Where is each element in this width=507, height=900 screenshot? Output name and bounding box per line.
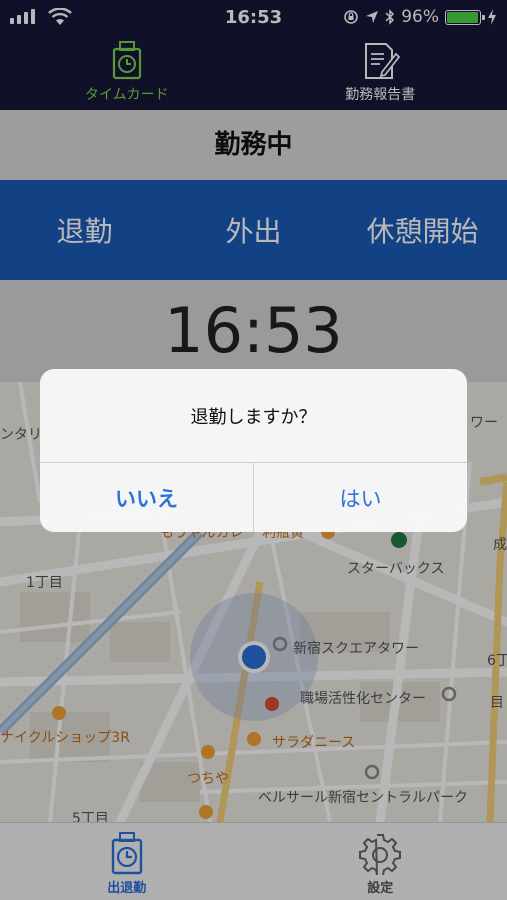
app-screen: 16:53 96% タイムカード 勤務報告書 勤務中 退勤 外出 休憩開始 16… xyxy=(0,0,507,900)
dialog-buttons: いいえ はい xyxy=(40,463,467,532)
yes-button[interactable]: はい xyxy=(254,463,467,532)
no-button[interactable]: いいえ xyxy=(40,463,254,532)
confirm-dialog: 退勤しますか？ いいえ はい xyxy=(40,369,467,532)
dialog-message: 退勤しますか？ xyxy=(40,369,467,463)
